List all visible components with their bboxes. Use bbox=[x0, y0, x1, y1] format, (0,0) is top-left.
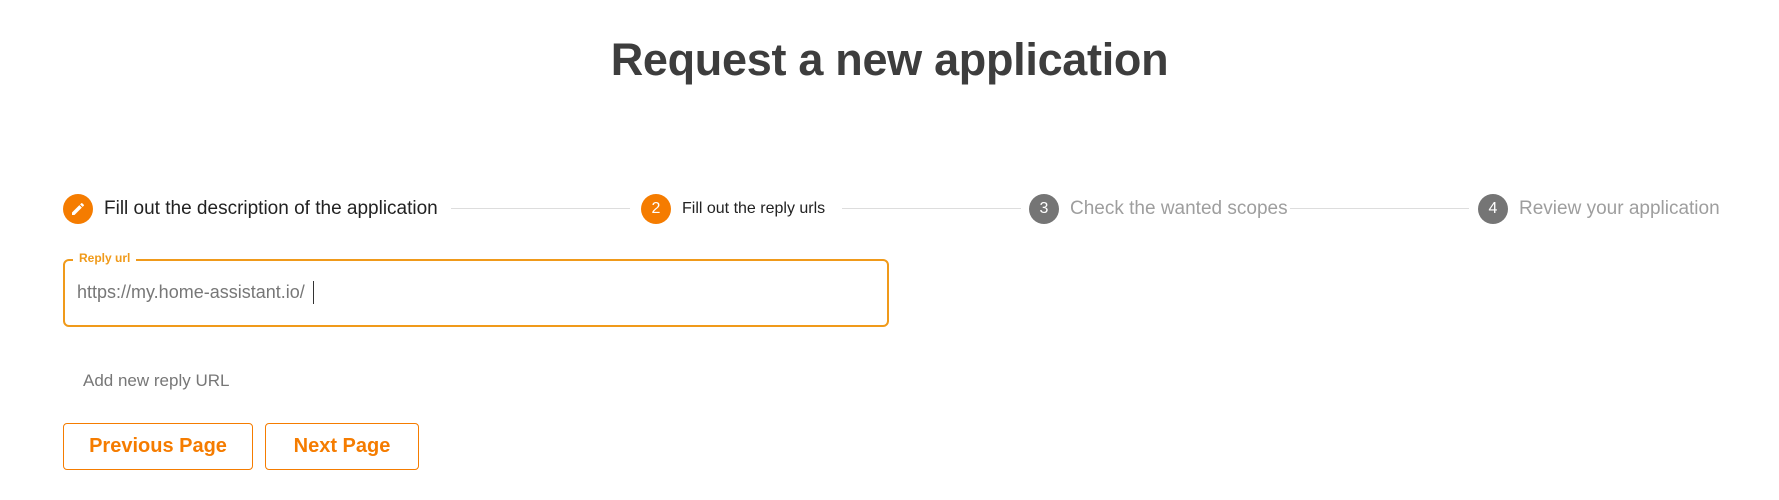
step-4-label: Review your application bbox=[1519, 198, 1720, 219]
step-connector bbox=[1290, 208, 1469, 209]
step-3[interactable]: 3 Check the wanted scopes bbox=[1029, 193, 1288, 225]
step-2-label: Fill out the reply urls bbox=[682, 200, 826, 217]
text-caret bbox=[313, 281, 314, 304]
step-3-circle: 3 bbox=[1029, 194, 1059, 224]
step-3-label: Check the wanted scopes bbox=[1070, 198, 1288, 219]
pencil-icon bbox=[72, 202, 85, 215]
step-2-circle: 2 bbox=[641, 194, 671, 224]
reply-url-input[interactable] bbox=[77, 278, 857, 306]
page: Request a new application Fill out the d… bbox=[0, 0, 1779, 500]
step-1[interactable]: Fill out the description of the applicat… bbox=[63, 193, 438, 225]
step-connector bbox=[842, 208, 1021, 209]
reply-url-label: Reply url bbox=[73, 251, 137, 265]
step-4[interactable]: 4 Review your application bbox=[1478, 193, 1720, 225]
step-1-circle bbox=[63, 194, 93, 224]
page-title: Request a new application bbox=[610, 34, 1169, 85]
stepper: Fill out the description of the applicat… bbox=[63, 193, 1720, 225]
step-4-circle: 4 bbox=[1478, 194, 1508, 224]
step-2[interactable]: 2 Fill out the reply urls bbox=[641, 193, 825, 225]
reply-url-field[interactable]: Reply url bbox=[63, 251, 889, 327]
add-reply-url-link[interactable]: Add new reply URL bbox=[83, 371, 229, 391]
next-page-button[interactable]: Next Page bbox=[265, 423, 419, 470]
step-1-label: Fill out the description of the applicat… bbox=[104, 198, 438, 219]
step-connector bbox=[451, 208, 630, 209]
previous-page-button[interactable]: Previous Page bbox=[63, 423, 253, 470]
